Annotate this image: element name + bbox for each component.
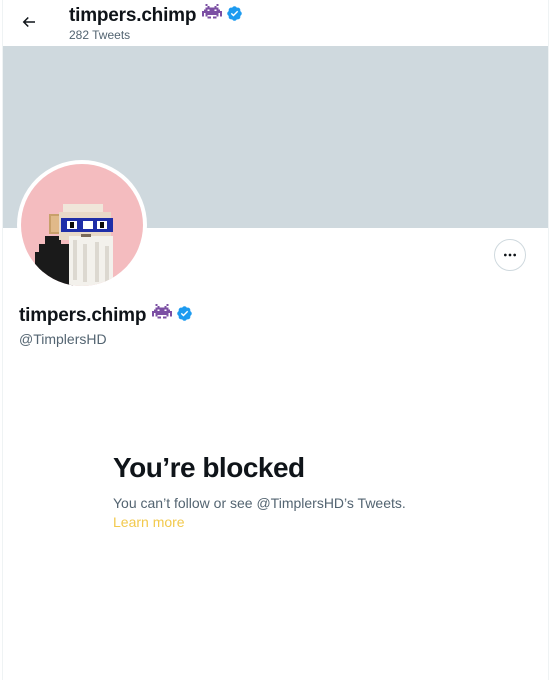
profile-display-name: timpers.chimp <box>19 305 147 326</box>
learn-more-link[interactable]: Learn more <box>113 514 185 530</box>
avatar[interactable] <box>17 160 147 290</box>
arrow-left-icon <box>22 16 35 28</box>
back-button[interactable] <box>13 6 45 38</box>
profile-name-row: timpers.chimp <box>19 304 193 328</box>
header-title-row: timpers.chimp <box>69 4 243 28</box>
verified-badge-icon <box>226 5 243 28</box>
blocked-title: You’re blocked <box>113 452 305 483</box>
blocked-description: You can’t follow or see @TimplersHD’s Tw… <box>113 495 406 511</box>
header-display-name: timpers.chimp <box>69 5 197 26</box>
profile-page: timpers.chimp 282 Tweets timpers.chimp @… <box>2 0 549 680</box>
tweet-count: 282 Tweets <box>69 28 131 42</box>
top-bar: timpers.chimp 282 Tweets <box>3 0 548 46</box>
more-horizontal-icon <box>504 253 516 257</box>
space-invader-icon <box>152 304 173 328</box>
more-options-button[interactable] <box>494 239 526 271</box>
verified-badge-icon <box>176 305 193 328</box>
pixel-chimp-avatar <box>21 164 143 286</box>
space-invader-icon <box>202 4 223 28</box>
profile-handle: @TimplersHD <box>19 331 107 347</box>
